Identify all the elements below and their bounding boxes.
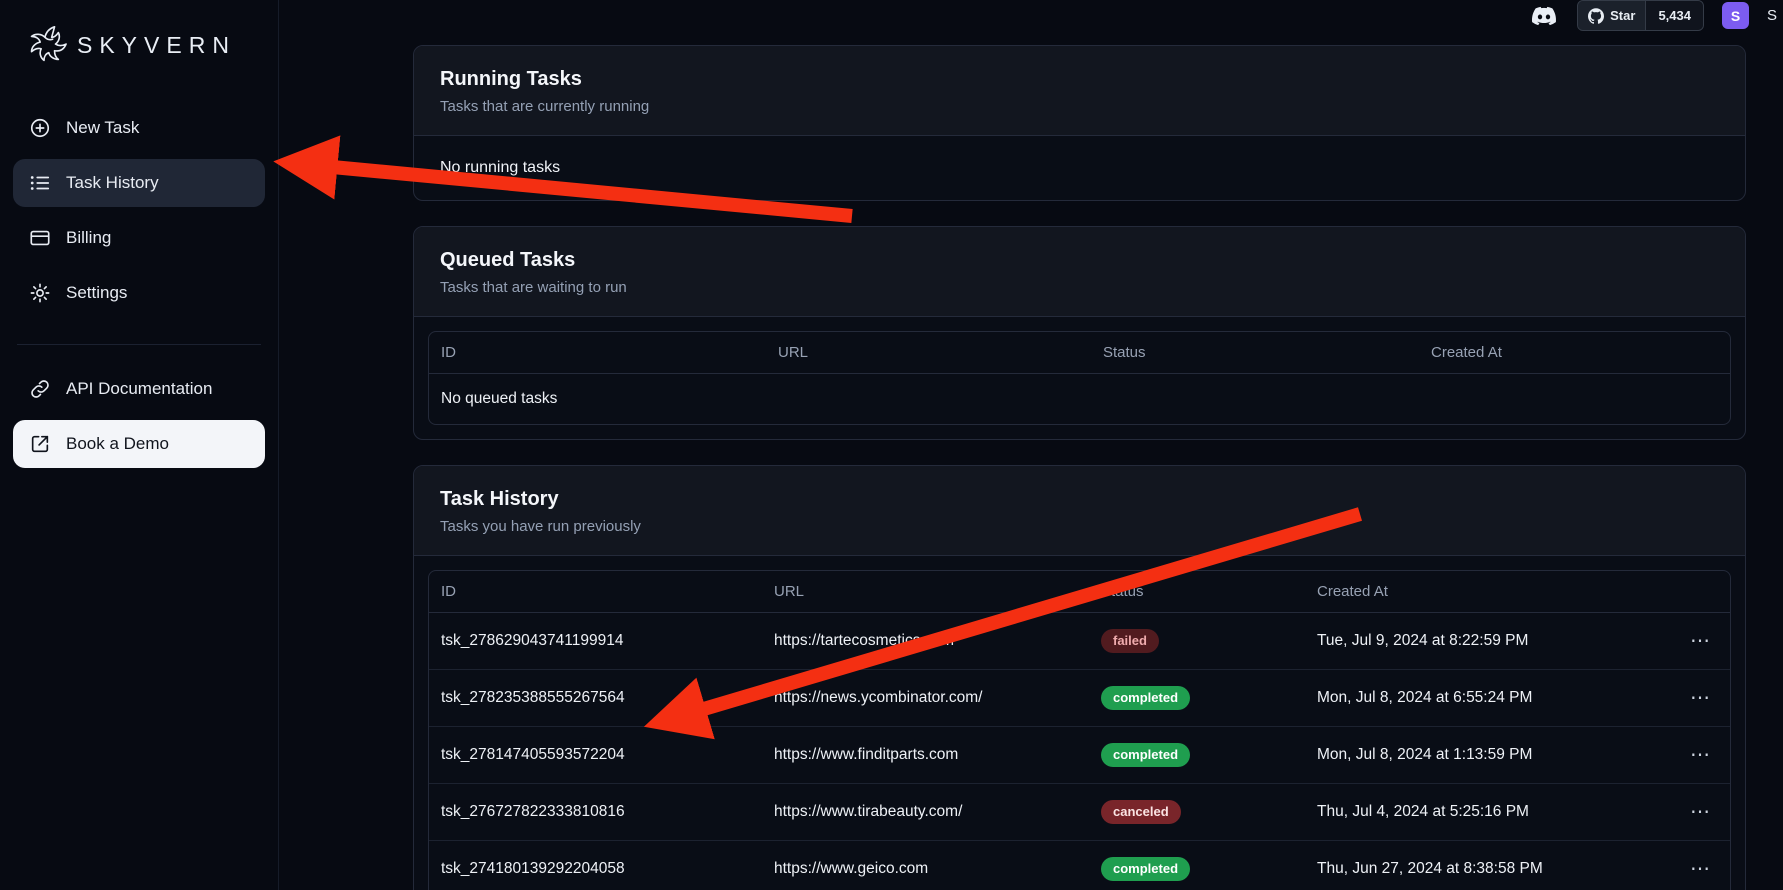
avatar[interactable]: S [1722, 2, 1749, 29]
link-icon [29, 378, 51, 400]
card-subtitle: Tasks that are waiting to run [440, 279, 1719, 296]
task-created-at: Tue, Jul 9, 2024 at 8:22:59 PM [1305, 616, 1666, 666]
column-header-actions [1666, 580, 1730, 604]
column-header-url: URL [762, 571, 1089, 612]
book-a-demo-button[interactable]: Book a Demo [13, 420, 265, 468]
card-title: Queued Tasks [440, 249, 1719, 272]
status-badge: canceled [1101, 800, 1181, 824]
github-star-label: Star [1610, 8, 1635, 23]
sidebar-item-settings[interactable]: Settings [13, 269, 265, 317]
logo-text: SKYVERN [77, 32, 236, 59]
running-tasks-empty-text: No running tasks [428, 150, 1731, 186]
sidebar-item-label: API Documentation [66, 379, 212, 399]
sidebar-item-new-task[interactable]: New Task [13, 104, 265, 152]
task-history-card: Task History Tasks you have run previous… [413, 465, 1746, 890]
task-created-at: Thu, Jun 27, 2024 at 8:38:58 PM [1305, 844, 1666, 890]
task-url: https://tartecosmetics.com [762, 616, 1089, 666]
empty-row: No queued tasks [429, 374, 1730, 424]
github-star-widget[interactable]: Star 5,434 [1577, 0, 1704, 31]
task-id: tsk_278147405593572204 [429, 730, 762, 780]
sidebar-item-billing[interactable]: Billing [13, 214, 265, 262]
column-header-status: Status [1089, 571, 1305, 612]
task-created-at: Mon, Jul 8, 2024 at 6:55:24 PM [1305, 673, 1666, 723]
user-name: S [1767, 7, 1777, 24]
row-actions-button[interactable]: ⋯ [1682, 629, 1718, 653]
sidebar-item-label: Settings [66, 283, 127, 303]
running-tasks-card: Running Tasks Tasks that are currently r… [413, 45, 1746, 201]
row-actions-button[interactable]: ⋯ [1682, 686, 1718, 710]
task-url: https://news.ycombinator.com/ [762, 673, 1089, 723]
queued-tasks-empty-text: No queued tasks [429, 374, 766, 424]
task-created-at: Thu, Jul 4, 2024 at 5:25:16 PM [1305, 787, 1666, 837]
card-title: Task History [440, 488, 1719, 511]
table-row[interactable]: tsk_278629043741199914 https://tartecosm… [429, 613, 1730, 670]
sidebar-divider [17, 344, 261, 345]
sidebar-item-label: Billing [66, 228, 111, 248]
task-history-header: Task History Tasks you have run previous… [414, 466, 1745, 556]
queued-tasks-header: Queued Tasks Tasks that are waiting to r… [414, 227, 1745, 317]
main-area: Star 5,434 S S Running Tasks Tasks that … [279, 0, 1783, 890]
table-row[interactable]: tsk_278235388555267564 https://news.ycom… [429, 670, 1730, 727]
sidebar-item-label: Book a Demo [66, 434, 169, 454]
topbar: Star 5,434 S S [279, 0, 1783, 31]
status-badge: completed [1101, 743, 1190, 767]
card-subtitle: Tasks you have run previously [440, 518, 1719, 535]
column-header-id: ID [429, 332, 766, 373]
skyvern-logo[interactable]: SKYVERN [13, 16, 265, 74]
page-content: Running Tasks Tasks that are currently r… [279, 31, 1783, 890]
task-created-at: Mon, Jul 8, 2024 at 1:13:59 PM [1305, 730, 1666, 780]
card-title: Running Tasks [440, 68, 1719, 91]
table-row[interactable]: tsk_274180139292204058 https://www.geico… [429, 841, 1730, 890]
column-header-id: ID [429, 571, 762, 612]
row-actions-button[interactable]: ⋯ [1682, 743, 1718, 767]
github-star-count: 5,434 [1645, 1, 1703, 30]
table-row[interactable]: tsk_276727822333810816 https://www.tirab… [429, 784, 1730, 841]
external-link-icon [29, 433, 51, 455]
sidebar-item-label: New Task [66, 118, 139, 138]
task-url: https://www.tirabeauty.com/ [762, 787, 1089, 837]
table-header-row: ID URL Status Created At [429, 332, 1730, 374]
column-header-created-at: Created At [1305, 571, 1666, 612]
sidebar-item-api-documentation[interactable]: API Documentation [13, 365, 265, 413]
table-header-row: ID URL Status Created At [429, 571, 1730, 613]
column-header-created-at: Created At [1419, 332, 1730, 373]
skyvern-dragon-icon [21, 22, 67, 68]
plus-circle-icon [29, 117, 51, 139]
task-history-table: ID URL Status Created At tsk_27862904374… [428, 570, 1731, 890]
queued-tasks-table: ID URL Status Created At No queued tasks [428, 331, 1731, 425]
task-id: tsk_274180139292204058 [429, 844, 762, 890]
table-row[interactable]: tsk_278147405593572204 https://www.findi… [429, 727, 1730, 784]
row-actions-button[interactable]: ⋯ [1682, 800, 1718, 824]
task-url: https://www.geico.com [762, 844, 1089, 890]
task-id: tsk_276727822333810816 [429, 787, 762, 837]
card-subtitle: Tasks that are currently running [440, 98, 1719, 115]
sidebar: SKYVERN New Task Task History Billing Se… [0, 0, 279, 890]
status-badge: completed [1101, 857, 1190, 881]
column-header-status: Status [1091, 332, 1419, 373]
status-badge: failed [1101, 629, 1159, 653]
row-actions-button[interactable]: ⋯ [1682, 857, 1718, 881]
running-tasks-header: Running Tasks Tasks that are currently r… [414, 46, 1745, 136]
task-id: tsk_278235388555267564 [429, 673, 762, 723]
sidebar-item-task-history[interactable]: Task History [13, 159, 265, 207]
task-id: tsk_278629043741199914 [429, 616, 762, 666]
gear-icon [29, 282, 51, 304]
status-badge: completed [1101, 686, 1190, 710]
list-icon [29, 172, 51, 194]
column-header-url: URL [766, 332, 1091, 373]
github-icon [1588, 8, 1604, 24]
sidebar-item-label: Task History [66, 173, 159, 193]
credit-card-icon [29, 227, 51, 249]
queued-tasks-card: Queued Tasks Tasks that are waiting to r… [413, 226, 1746, 440]
task-url: https://www.finditparts.com [762, 730, 1089, 780]
discord-icon[interactable] [1529, 4, 1559, 28]
